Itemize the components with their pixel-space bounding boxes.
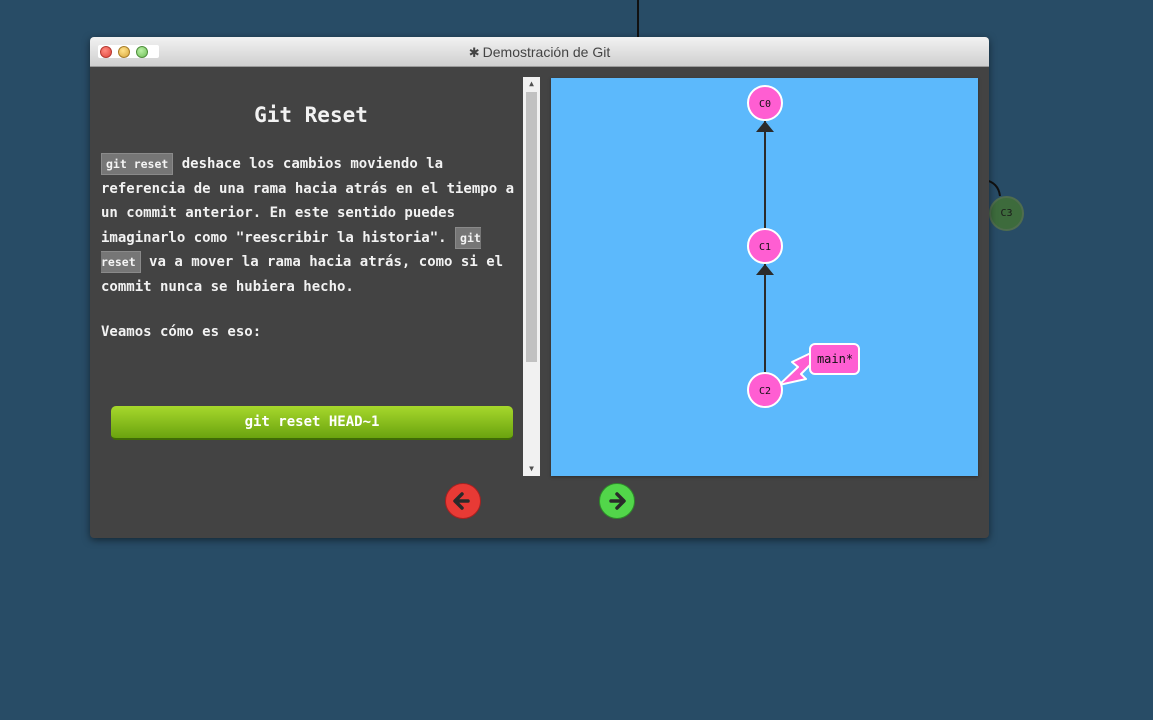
scroll-thumb[interactable] (526, 92, 537, 362)
commit-label: C2 (759, 386, 771, 397)
branch-tag-label: main* (817, 352, 853, 366)
git-graph: main* C0 C1 C2 (747, 85, 860, 408)
commit-label: C1 (759, 242, 771, 253)
run-command-button[interactable]: git reset HEAD~1 (111, 406, 513, 440)
previous-button[interactable] (445, 483, 481, 519)
scroll-down-arrow-icon[interactable]: ▼ (523, 462, 540, 476)
window-title: ✱ Demostración de Git (468, 44, 611, 60)
git-graph-canvas: main* C0 C1 C2 (551, 78, 978, 476)
commit-label: C0 (759, 99, 771, 110)
lesson-heading: Git Reset (254, 103, 368, 127)
inline-code: git reset (101, 153, 174, 175)
git-demo-window: ✱ Demostración de Git Git Reset git reset… (90, 37, 989, 538)
background-commit-node: C3 (989, 196, 1024, 231)
scroll-up-arrow-icon[interactable]: ▲ (523, 77, 540, 91)
lesson-paragraph-2: Veamos cómo es eso: (101, 324, 262, 340)
arrow-right-icon (609, 492, 626, 510)
edge-arrow-icon (756, 264, 774, 275)
next-button[interactable] (599, 483, 635, 519)
lesson-scrollbar[interactable]: ▲ ▼ (523, 77, 540, 476)
background-branch-line (637, 0, 639, 38)
gear-icon: ✱ (468, 45, 480, 60)
window-titlebar: ✱ Demostración de Git (90, 37, 989, 67)
lesson-paragraph: git reset deshace los cambios moviendo l… (101, 152, 523, 299)
arrow-left-icon (453, 492, 470, 510)
edge-arrow-icon (756, 121, 774, 132)
